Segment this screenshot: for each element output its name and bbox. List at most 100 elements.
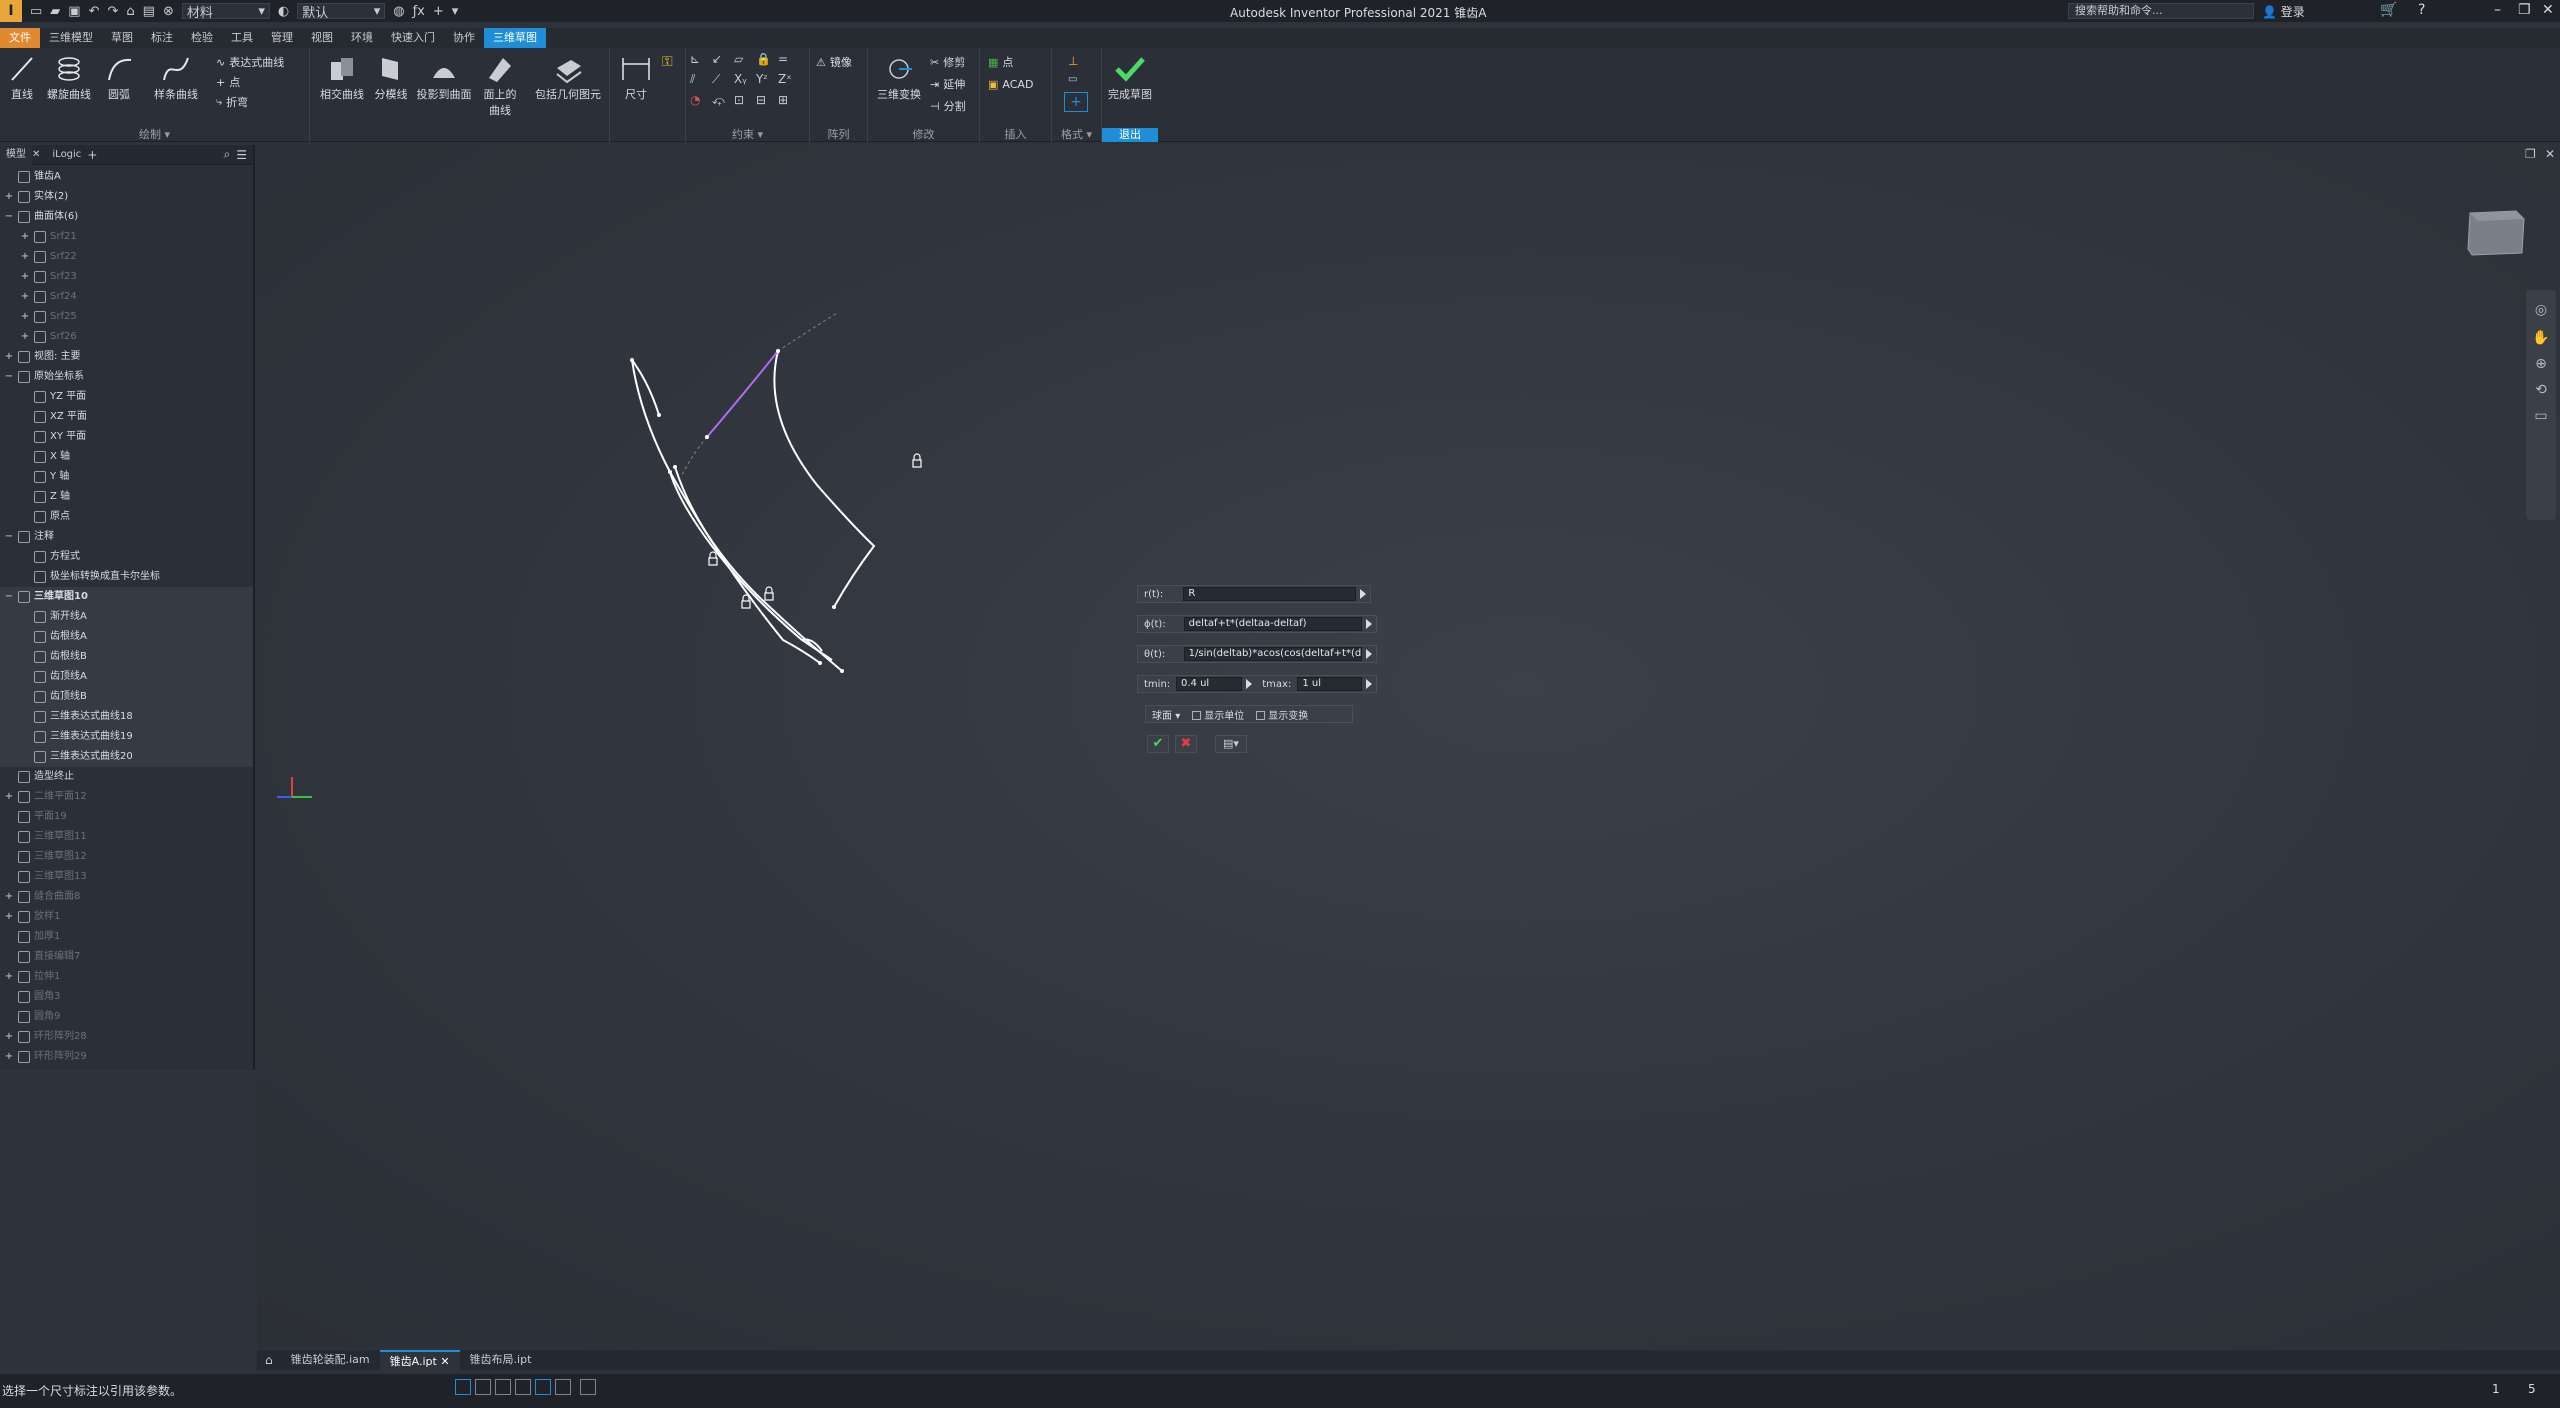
tree-item[interactable]: 三维草图12 [0, 847, 253, 867]
tree-item[interactable]: 原点 [0, 507, 253, 527]
tree-item[interactable]: + 环形阵列28 [0, 1027, 253, 1047]
x-constraint-icon[interactable]: Xᵧ [734, 72, 756, 87]
undo-icon[interactable]: ↶ [89, 4, 100, 19]
ribbon-tab-4[interactable]: 检验 [182, 28, 222, 48]
tree-item[interactable]: 锥齿A [0, 167, 253, 187]
tree-item[interactable]: − 三维草图10 [0, 587, 253, 607]
tree-item[interactable]: 三维表达式曲线19 [0, 727, 253, 747]
update-icon[interactable]: ⊗ [163, 4, 174, 19]
document-tab-2[interactable]: 锥齿布局.ipt [460, 1350, 542, 1370]
tmax-expand-icon[interactable] [1366, 679, 1372, 689]
line-button[interactable]: 直线 [4, 54, 40, 102]
expand-icon[interactable]: + [4, 907, 14, 927]
search-icon[interactable]: ⌕ [224, 147, 237, 162]
select-icon[interactable]: ▤ [143, 4, 155, 19]
customize-icon[interactable]: ▾ [452, 4, 459, 19]
tree-item[interactable]: 三维表达式曲线20 [0, 747, 253, 767]
close-view-icon[interactable]: ✕ [2545, 147, 2555, 161]
silhouette-curve-button[interactable]: 分模线 [368, 54, 414, 102]
extend-button[interactable]: ⇥ 延伸 [930, 76, 965, 92]
dimension-button[interactable]: 尺寸 [614, 54, 658, 102]
close-tab-icon[interactable]: ✕ [437, 1355, 449, 1368]
dialog-options-icon[interactable]: ▤▾ [1215, 735, 1247, 753]
menu-icon[interactable]: ☰ [236, 148, 253, 162]
tree-item[interactable]: + Srf22 [0, 247, 253, 267]
tree-item[interactable]: Y 轴 [0, 467, 253, 487]
trim-button[interactable]: ✂ 修剪 [930, 54, 965, 70]
tree-item[interactable]: 齿根线A [0, 627, 253, 647]
new-file-icon[interactable]: ▭ [30, 4, 42, 19]
project-to-surface-button[interactable]: 投影到曲面 [412, 54, 476, 102]
steering-wheel-icon[interactable]: ◎ [2532, 302, 2550, 320]
ok-button[interactable]: ✔ [1147, 735, 1169, 753]
tree-item[interactable]: + 视图: 主要 [0, 347, 253, 367]
tree-item[interactable]: XZ 平面 [0, 407, 253, 427]
tree-item[interactable]: + 拉伸1 [0, 967, 253, 987]
tree-item[interactable]: 圆角9 [0, 1007, 253, 1027]
help-search-input[interactable]: 搜索帮助和命令... [2068, 3, 2254, 19]
home-icon[interactable]: ⌂ [257, 1353, 281, 1367]
cancel-button[interactable]: ✖ [1175, 735, 1197, 753]
ribbon-tab-2[interactable]: 草图 [102, 28, 142, 48]
tangent-constraint-icon[interactable]: ◔ [690, 93, 712, 108]
dimension-display-icon[interactable] [555, 1379, 571, 1395]
ribbon-tab-11[interactable]: 三维草图 [484, 28, 546, 48]
point-button[interactable]: + 点 [216, 74, 240, 90]
r-input[interactable]: R [1183, 587, 1356, 601]
ribbon-tab-1[interactable]: 三维模型 [40, 28, 102, 48]
split-button[interactable]: ⊣ 分割 [930, 98, 966, 114]
orbit-icon[interactable]: ⟲ [2532, 382, 2550, 400]
bend-button[interactable]: ⤷ 折弯 [216, 94, 248, 110]
include-geometry-button[interactable]: 包括几何图元 [528, 54, 608, 102]
tree-item[interactable]: 加厚1 [0, 927, 253, 947]
pan-icon[interactable]: ✋ [2532, 330, 2550, 348]
appearance-combo[interactable]: 默认 ▾ [297, 3, 386, 21]
expand-icon[interactable]: + [4, 347, 14, 367]
ribbon-tab-6[interactable]: 管理 [262, 28, 302, 48]
save-icon[interactable]: ▣ [68, 4, 80, 19]
tree-item[interactable]: 极坐标转换成直卡尔坐标 [0, 567, 253, 587]
z-constraint-icon[interactable]: Zˣ [778, 72, 800, 87]
expand-icon[interactable]: + [4, 967, 14, 987]
insert-point-button[interactable]: ▦ 点 [988, 54, 1013, 70]
helix-button[interactable]: 螺旋曲线 [42, 54, 96, 102]
tree-item[interactable]: − 注释 [0, 527, 253, 547]
tree-item[interactable]: 齿顶线A [0, 667, 253, 687]
color-icon[interactable]: ◍ [393, 4, 404, 19]
tree-item[interactable]: + Srf24 [0, 287, 253, 307]
tree-item[interactable]: 三维草图13 [0, 867, 253, 887]
ribbon-tab-7[interactable]: 视图 [302, 28, 342, 48]
equation-curve-button[interactable]: ∿ 表达式曲线 [216, 54, 284, 70]
tmin-expand-icon[interactable] [1246, 679, 1253, 689]
redo-icon[interactable]: ↷ [108, 4, 119, 19]
fx-parameters-icon[interactable]: ƒx [413, 4, 425, 19]
maximize-view-icon[interactable]: ❐ [2525, 147, 2536, 161]
expand-icon[interactable]: + [20, 327, 30, 347]
fix-constraint-icon[interactable]: 🔒 [756, 52, 778, 66]
tree-item[interactable]: + 放样1 [0, 907, 253, 927]
ribbon-tab-9[interactable]: 快速入门 [382, 28, 444, 48]
tree-item[interactable]: + Srf23 [0, 267, 253, 287]
collapse-icon[interactable]: − [4, 207, 14, 227]
coincident-constraint-icon[interactable]: ↙ [712, 52, 734, 66]
constraint-display-icon[interactable] [495, 1379, 511, 1395]
look-at-icon[interactable]: ▭ [2532, 408, 2550, 426]
tree-item[interactable]: 齿根线B [0, 647, 253, 667]
3d-transform-button[interactable]: 三维变换 [874, 54, 924, 102]
ribbon-tab-10[interactable]: 协作 [444, 28, 484, 48]
expand-icon[interactable]: + [4, 887, 14, 907]
cart-icon[interactable]: 🛒 [2380, 2, 2397, 18]
r-expand-icon[interactable] [1360, 589, 1366, 599]
document-tab-0[interactable]: 锥齿轮装配.iam [281, 1350, 380, 1370]
material-combo[interactable]: 材料 ▾ [181, 3, 270, 21]
theta-input[interactable]: 1/sin(deltab)*acos(cos(deltaf+t*(deltaa-… [1183, 647, 1362, 661]
collapse-icon[interactable]: − [4, 367, 14, 387]
acad-button[interactable]: ▣ ACAD [988, 78, 1033, 91]
arc-button[interactable]: 圆弧 [98, 54, 140, 102]
print-icon[interactable] [580, 1379, 596, 1395]
graphics-viewport[interactable]: ◎ ✋ ⊕ ⟲ ▭ ❐ ✕ r(t): R ϕ(t): deltaf+t*(de… [257, 145, 2560, 1348]
xy-constraint-icon[interactable]: ⊡ [734, 93, 756, 108]
xz-constraint-icon[interactable]: ⊞ [778, 93, 800, 108]
tree-item[interactable]: Z 轴 [0, 487, 253, 507]
tmax-input[interactable]: 1 ul [1297, 677, 1362, 691]
